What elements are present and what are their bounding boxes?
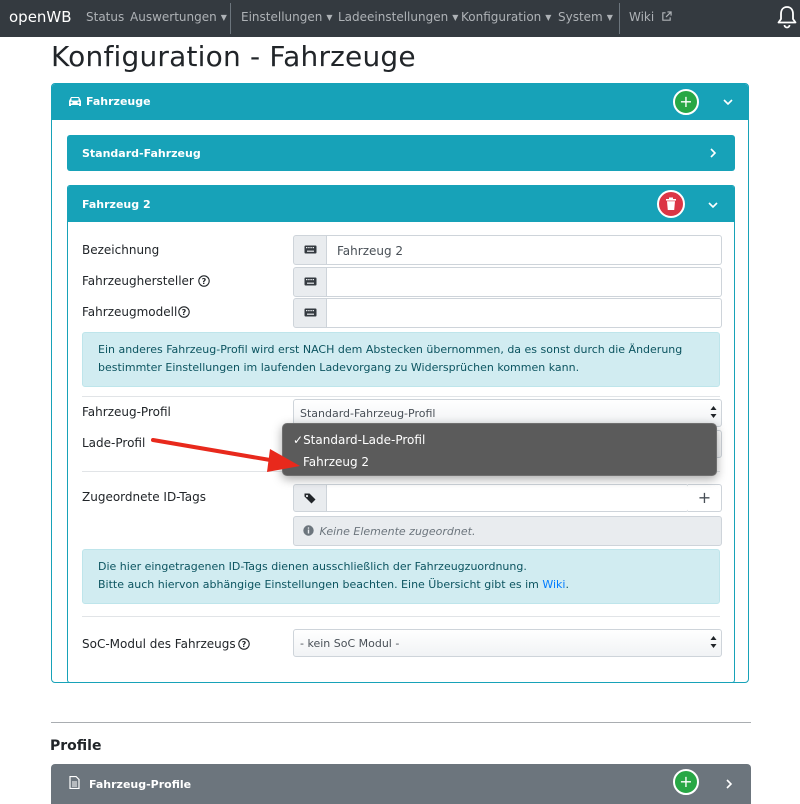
dropdown-option-standard[interactable]: ✓Standard-Lade-Profil (293, 433, 425, 447)
nav-system[interactable]: System ▼ (558, 10, 613, 24)
model-label-text: Fahrzeugmodell (82, 305, 178, 319)
id-tags-input[interactable] (327, 484, 689, 512)
profiles-heading: Profile (50, 738, 102, 754)
id-tags-label: Zugeordnete ID-Tags (82, 490, 206, 504)
caret-down-icon: ▼ (606, 13, 613, 22)
question-circle-icon[interactable]: ? (178, 306, 191, 318)
nav-wiki[interactable]: Wiki (629, 10, 672, 24)
keyboard-icon (304, 277, 317, 286)
vehicle2-title: Fahrzeug 2 (82, 198, 151, 211)
nav-konfiguration-label: Konfiguration (461, 10, 542, 24)
page-title: Konfiguration - Fahrzeuge (51, 40, 416, 73)
car-icon (69, 97, 81, 106)
manufacturer-label-text: Fahrzeughersteller (82, 274, 194, 288)
dropdown-option-standard-label: Standard-Lade-Profil (303, 433, 426, 447)
dropdown-option-fahrzeug2[interactable]: Fahrzeug 2 (303, 455, 369, 469)
id-tags-info-line1: Die hier eingetragenen ID-Tags dienen au… (98, 560, 527, 573)
id-tags-info-end: . (565, 578, 569, 591)
top-navbar: openWB Status Auswertungen ▼ Einstellunge… (0, 0, 800, 37)
nav-auswertungen[interactable]: Auswertungen ▼ (130, 10, 227, 24)
chevron-down-icon[interactable] (708, 200, 718, 210)
tag-icon-box (293, 484, 327, 512)
manufacturer-input[interactable] (327, 267, 722, 297)
nav-divider (230, 3, 231, 34)
name-input[interactable]: Fahrzeug 2 (327, 235, 722, 265)
standard-vehicle-title: Standard-Fahrzeug (82, 147, 201, 160)
keyboard-icon (304, 308, 317, 317)
svg-text:?: ? (182, 308, 187, 317)
soc-module-label: SoC-Modul des Fahrzeugs? (82, 637, 250, 651)
file-icon (69, 776, 80, 789)
svg-text:?: ? (202, 277, 207, 286)
annotation-arrow-icon (151, 438, 300, 472)
nav-system-label: System (558, 10, 603, 24)
vehicle-profiles-card-header[interactable]: Fahrzeug-Profile + (51, 764, 751, 804)
tag-icon (304, 493, 316, 504)
add-vehicle-profile-button[interactable]: + (673, 769, 699, 795)
chevron-down-icon[interactable] (723, 97, 733, 107)
select-arrows-icon (710, 636, 717, 648)
nav-auswertungen-label: Auswertungen (130, 10, 217, 24)
svg-text:?: ? (241, 640, 246, 649)
brand-logo[interactable]: openWB (9, 8, 72, 26)
external-link-icon (662, 11, 672, 21)
divider (82, 616, 720, 617)
wiki-link[interactable]: Wiki (542, 578, 565, 591)
add-id-tag-button[interactable]: + (688, 484, 722, 512)
nav-ladeeinstellungen-label: Ladeeinstellungen (338, 10, 449, 24)
caret-down-icon: ▼ (220, 13, 227, 22)
section-divider (51, 722, 751, 723)
name-label: Bezeichnung (82, 243, 160, 257)
caret-down-icon: ▼ (452, 13, 459, 22)
vehicle2-card-header[interactable]: Fahrzeug 2 (68, 186, 734, 222)
divider (82, 396, 720, 397)
chevron-right-icon[interactable] (708, 148, 718, 158)
charge-profile-label: Lade-Profil (82, 436, 146, 450)
id-tags-info-alert: Die hier eingetragenen ID-Tags dienen au… (82, 549, 720, 604)
id-tags-empty-message: Keine Elemente zugeordnet. (293, 516, 722, 546)
info-circle-icon (303, 525, 314, 536)
nav-status[interactable]: Status (86, 10, 124, 24)
model-input[interactable] (327, 298, 722, 328)
select-arrows-icon (710, 406, 717, 418)
caret-down-icon: ▼ (545, 13, 552, 22)
trash-icon (666, 197, 676, 210)
keyboard-icon-box (293, 298, 327, 328)
soc-module-value: - kein SoC Modul - (300, 637, 400, 650)
nav-ladeeinstellungen[interactable]: Ladeeinstellungen ▼ (338, 10, 458, 24)
question-circle-icon[interactable]: ? (198, 275, 210, 287)
vehicle-profile-label: Fahrzeug-Profil (82, 405, 171, 419)
vehicles-card-header[interactable]: Fahrzeuge + (52, 84, 748, 120)
nav-divider (619, 3, 620, 34)
keyboard-icon (304, 245, 317, 254)
keyboard-icon-box (293, 235, 327, 265)
keyboard-icon-box (293, 267, 327, 297)
charge-profile-dropdown: ✓Standard-Lade-Profil Fahrzeug 2 (282, 423, 717, 476)
caret-down-icon: ▼ (326, 13, 333, 22)
nav-konfiguration[interactable]: Konfiguration ▼ (461, 10, 551, 24)
nav-wiki-label: Wiki (629, 10, 655, 24)
soc-module-label-text: SoC-Modul des Fahrzeugs (82, 637, 236, 651)
delete-vehicle-button[interactable] (657, 190, 685, 218)
id-tags-empty-text: Keine Elemente zugeordnet. (319, 525, 476, 538)
vehicle-profiles-title: Fahrzeug-Profile (89, 778, 192, 791)
soc-module-select[interactable]: - kein SoC Modul - (293, 629, 722, 657)
model-label: Fahrzeugmodell? (82, 305, 191, 319)
profile-info-alert: Ein anderes Fahrzeug-Profil wird erst NA… (82, 332, 720, 387)
id-tags-info-line2: Bitte auch hiervon abhängige Einstellung… (98, 576, 705, 594)
nav-einstellungen-label: Einstellungen (241, 10, 323, 24)
vehicles-card-title: Fahrzeuge (86, 95, 151, 108)
id-tags-info-text: Bitte auch hiervon abhängige Einstellung… (98, 578, 539, 591)
nav-einstellungen[interactable]: Einstellungen ▼ (241, 10, 333, 24)
standard-vehicle-card[interactable]: Standard-Fahrzeug (67, 135, 735, 171)
add-vehicle-button[interactable]: + (673, 89, 699, 115)
manufacturer-label: Fahrzeughersteller? (82, 274, 210, 288)
bell-icon[interactable] (776, 4, 798, 30)
vehicle-profile-value: Standard-Fahrzeug-Profil (300, 407, 436, 420)
question-circle-icon[interactable]: ? (237, 638, 250, 650)
chevron-right-icon[interactable] (724, 779, 734, 789)
